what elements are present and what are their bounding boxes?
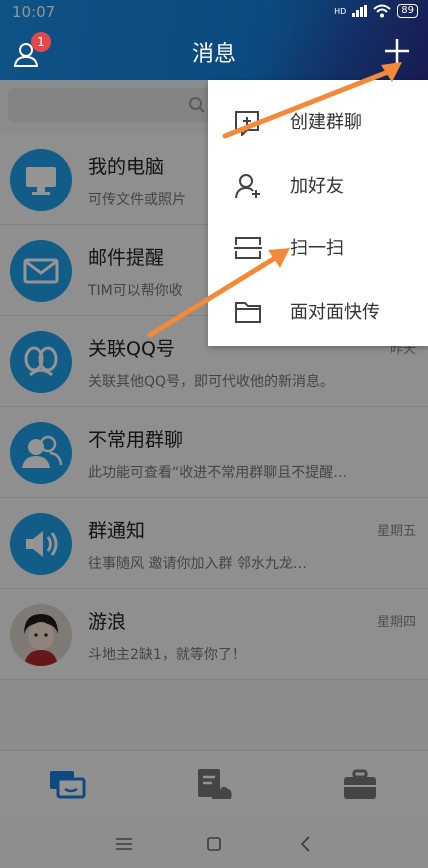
status-time: 10:07 bbox=[12, 3, 56, 21]
chat-item-group-notices[interactable]: 群通知 往事随风 邀请你加入群 邻水九龙… 星期五 bbox=[0, 498, 428, 589]
messages-tab-icon[interactable] bbox=[48, 767, 88, 803]
menu-item-scan[interactable]: 扫一扫 bbox=[208, 214, 428, 280]
chat-name: 不常用群聊 bbox=[88, 429, 184, 451]
linked-accounts-icon bbox=[10, 331, 72, 393]
chat-name: 我的电脑 bbox=[88, 156, 165, 178]
create-group-icon bbox=[235, 111, 259, 136]
chat-item-youlang[interactable]: 游浪 斗地主2缺1，就等你了！ 星期四 bbox=[0, 589, 428, 680]
user-photo bbox=[10, 604, 72, 666]
chat-name: 群通知 bbox=[88, 520, 146, 542]
signal-icon bbox=[352, 5, 368, 17]
notification-badge: 1 bbox=[31, 32, 51, 52]
chat-preview: 斗地主2缺1，就等你了！ bbox=[88, 647, 246, 663]
mail-icon bbox=[10, 240, 72, 302]
computer-icon bbox=[10, 149, 72, 211]
chat-time: 星期四 bbox=[376, 615, 416, 630]
header-bar: 10:07 HD 89 1 消息 bbox=[0, 0, 428, 80]
menu-item-add-friend[interactable]: 加好友 bbox=[208, 152, 428, 218]
chat-time: 星期五 bbox=[376, 524, 416, 539]
chat-name: 游浪 bbox=[88, 611, 127, 633]
home-icon[interactable] bbox=[202, 832, 226, 856]
search-icon bbox=[189, 97, 205, 113]
back-icon[interactable] bbox=[294, 832, 318, 856]
chat-preview: 往事随风 邀请你加入群 邻水九龙… bbox=[88, 556, 307, 572]
chat-preview: TIM可以帮你收 bbox=[88, 283, 183, 299]
status-icons: HD 89 bbox=[334, 4, 418, 18]
menu-icon[interactable] bbox=[112, 832, 136, 856]
screen: 10:07 HD 89 1 消息 我的电脑 可传文件或照片 邮件提醒 TIM可以… bbox=[0, 0, 428, 868]
menu-label: 扫一扫 bbox=[290, 238, 344, 259]
chat-name: 邮件提醒 bbox=[88, 247, 165, 269]
popup-menu: 创建群聊 加好友 扫一扫 面对面快传 bbox=[208, 80, 428, 346]
plus-icon[interactable] bbox=[382, 36, 412, 66]
folder-icon bbox=[235, 302, 261, 323]
system-nav-bar bbox=[0, 818, 428, 868]
page-title: 消息 bbox=[191, 42, 236, 67]
scan-icon bbox=[234, 237, 262, 259]
chat-preview: 关联其他QQ号，即可代收他的新消息。 bbox=[88, 374, 335, 390]
chat-preview: 可传文件或照片 bbox=[88, 192, 186, 208]
bottom-tab-bar bbox=[0, 750, 428, 818]
menu-item-create-group[interactable]: 创建群聊 bbox=[208, 88, 428, 154]
chat-item-inactive-groups[interactable]: 不常用群聊 此功能可查看“收进不常用群聊且不提醒… bbox=[0, 407, 428, 498]
add-friend-icon bbox=[235, 174, 260, 199]
menu-label: 面对面快传 bbox=[290, 302, 380, 323]
workspace-tab-icon[interactable] bbox=[340, 767, 380, 803]
speaker-icon bbox=[10, 513, 72, 575]
signal-label: HD bbox=[334, 6, 347, 16]
group-icon bbox=[10, 422, 72, 484]
menu-item-face-to-face[interactable]: 面对面快传 bbox=[208, 278, 428, 344]
documents-tab-icon[interactable] bbox=[194, 767, 234, 803]
menu-label: 创建群聊 bbox=[290, 112, 362, 133]
wifi-icon bbox=[373, 4, 391, 18]
chat-preview: 此功能可查看“收进不常用群聊且不提醒… bbox=[88, 465, 348, 481]
menu-label: 加好友 bbox=[290, 176, 344, 197]
battery-indicator: 89 bbox=[397, 4, 418, 18]
chat-name: 关联QQ号 bbox=[88, 338, 175, 360]
